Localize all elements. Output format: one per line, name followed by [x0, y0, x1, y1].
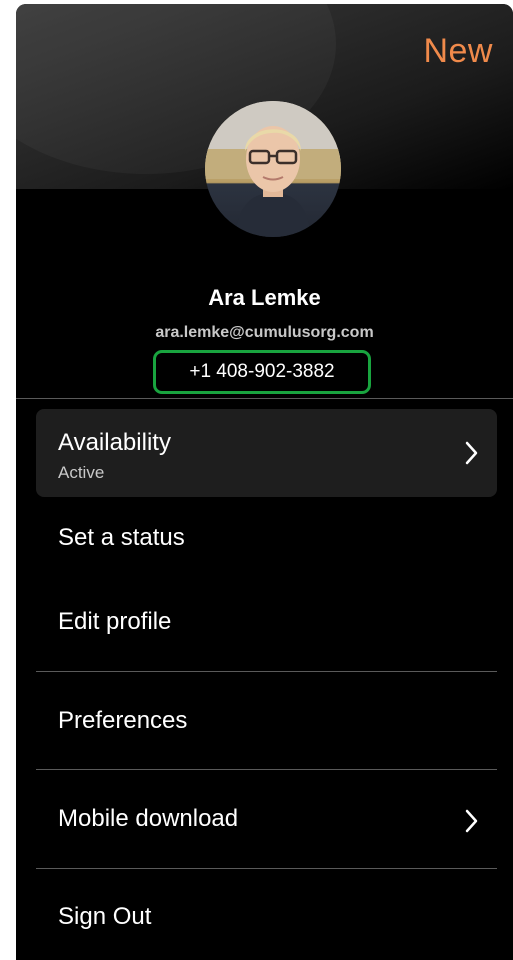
- set-status-item[interactable]: Set a status: [36, 518, 497, 562]
- preferences-item[interactable]: Preferences: [36, 701, 497, 745]
- edit-profile-item[interactable]: Edit profile: [36, 602, 497, 646]
- preferences-label: Preferences: [58, 707, 188, 734]
- new-badge[interactable]: New: [423, 32, 493, 71]
- sign-out-label: Sign Out: [58, 903, 152, 930]
- divider: [36, 868, 497, 869]
- sign-out-item[interactable]: Sign Out: [36, 897, 497, 941]
- divider: [36, 671, 497, 672]
- profile-panel: New Ara Lemke ara.lemke@cumulusorg.com +…: [16, 4, 513, 960]
- availability-label: Availability: [58, 429, 171, 456]
- divider: [36, 769, 497, 770]
- profile-name: Ara Lemke: [208, 285, 321, 310]
- chevron-right-icon: [463, 807, 481, 835]
- divider: [16, 398, 513, 399]
- mobile-download-item[interactable]: Mobile download: [36, 799, 497, 843]
- chevron-right-icon: [463, 439, 481, 467]
- profile-email: ara.lemke@cumulusorg.com: [155, 324, 374, 341]
- avatar-image: [205, 101, 341, 237]
- availability-item[interactable]: Availability Active: [36, 409, 497, 497]
- avatar[interactable]: [205, 101, 341, 237]
- set-status-label: Set a status: [58, 524, 185, 551]
- mobile-download-label: Mobile download: [58, 805, 239, 832]
- edit-profile-label: Edit profile: [58, 608, 172, 635]
- availability-status: Active: [58, 463, 105, 482]
- profile-phone: +1 408-902-3882: [153, 350, 371, 394]
